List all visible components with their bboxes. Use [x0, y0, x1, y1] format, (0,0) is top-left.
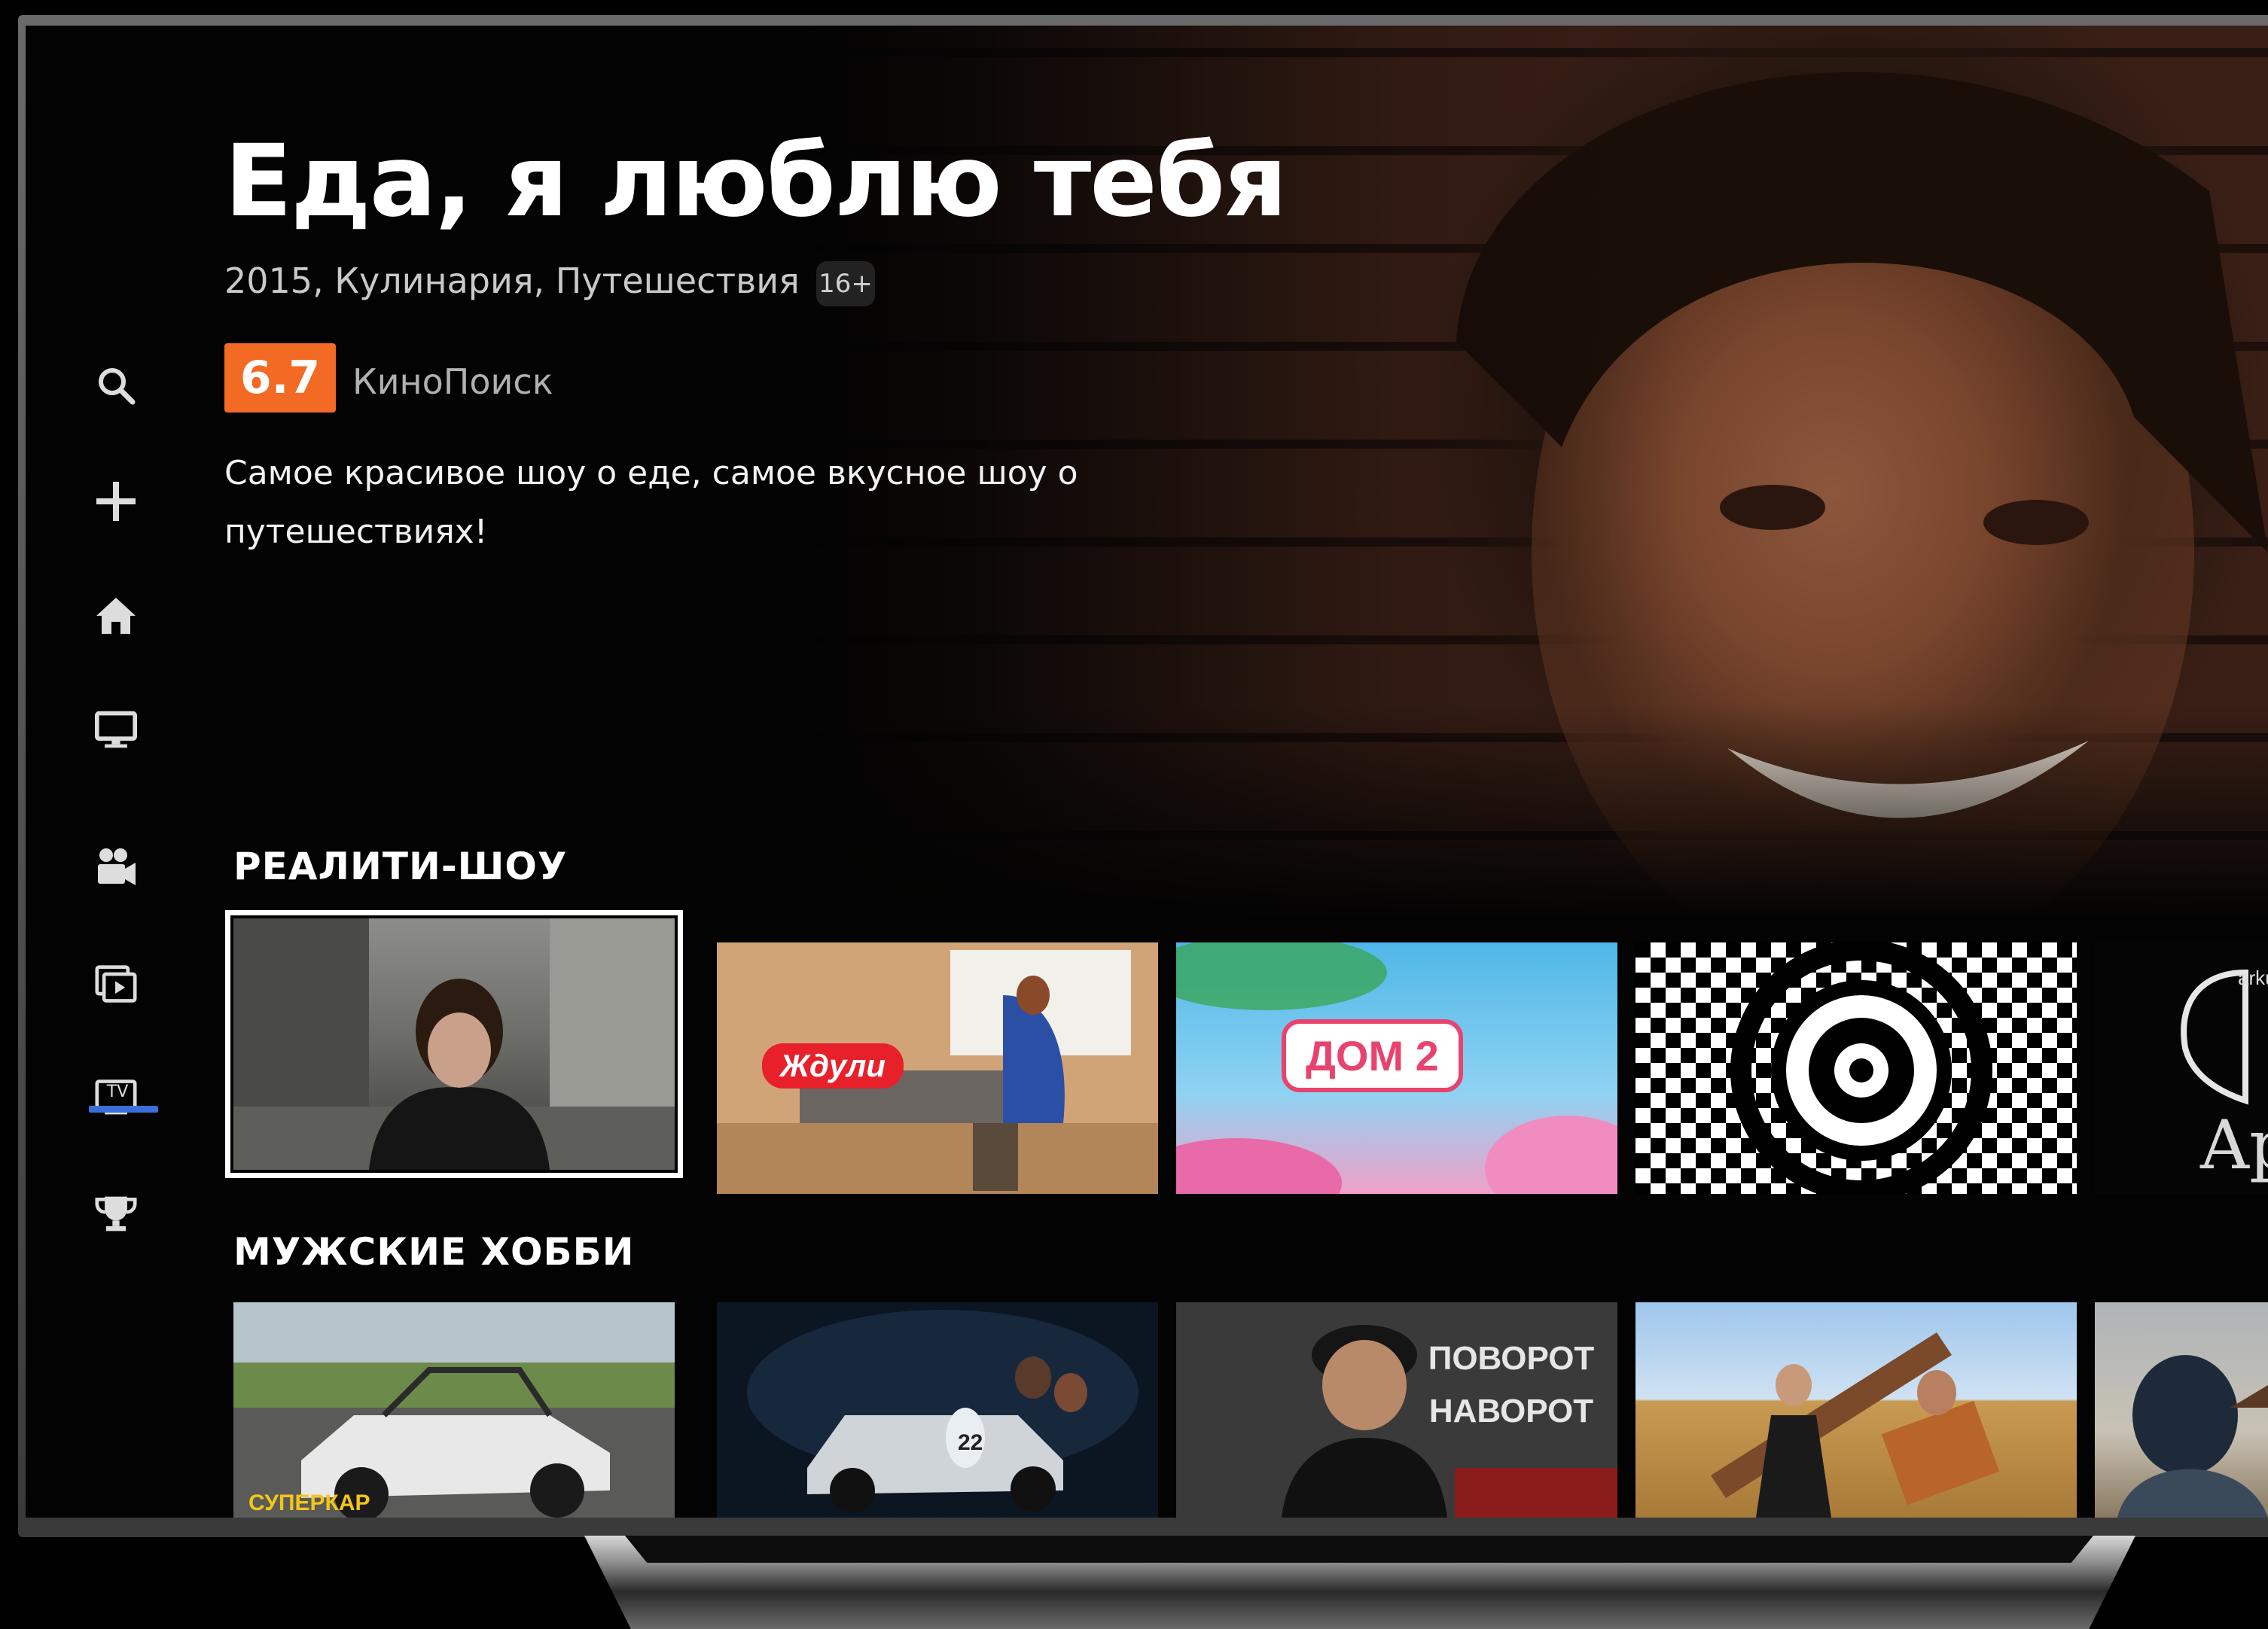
- sidebar-nav: TV: [26, 26, 158, 1518]
- tile-hobby-1[interactable]: СУПЕРКАР: [233, 1302, 675, 1518]
- row-title-mens-hobbies: МУЖСКИЕ ХОББИ: [233, 1230, 635, 1274]
- tile-label: СУПЕРКАР: [248, 1490, 370, 1515]
- hero-title: Еда, я люблю тебя: [224, 123, 1288, 239]
- hero-meta: 2015, Кулинария, Путешествия: [224, 260, 800, 301]
- tv-stand-base: [625, 1536, 2093, 1563]
- nav-active-indicator: [89, 1106, 158, 1113]
- series-icon[interactable]: [95, 964, 137, 1006]
- rating-badge: 6.7: [224, 343, 336, 413]
- tile-hobby-5[interactable]: [2095, 1302, 2268, 1518]
- svg-text:22: 22: [958, 1430, 983, 1455]
- trophy-icon[interactable]: [95, 1192, 137, 1235]
- tile-label: Ждули: [762, 1043, 904, 1089]
- tile-thumbnail: [233, 1302, 675, 1518]
- age-rating-badge: 16+: [816, 261, 875, 306]
- tile-reality-1[interactable]: [225, 910, 683, 1178]
- svg-text:Ap: Ap: [2199, 1106, 2268, 1185]
- tile-label: ПОВОРОТ НАВОРОТ: [1428, 1340, 1595, 1430]
- tile-label: arkud: [2238, 967, 2268, 989]
- search-icon[interactable]: [95, 364, 137, 406]
- tile-label: ДОМ 2: [1282, 1019, 1463, 1092]
- tile-hobby-3[interactable]: ПОВОРОТ НАВОРОТ: [1176, 1302, 1617, 1518]
- tile-thumbnail: [233, 918, 675, 1170]
- tv-screen: TV Еда, я люблю тебя 2015, Кулинария, Пу…: [26, 26, 2268, 1518]
- tile-hobby-2[interactable]: 22: [717, 1302, 1158, 1518]
- plus-icon[interactable]: [95, 480, 137, 522]
- tile-reality-4[interactable]: [1635, 942, 2077, 1194]
- tile-thumbnail: [1635, 942, 2077, 1194]
- row-title-reality: РЕАЛИТИ-ШОУ: [233, 845, 568, 888]
- rating-source: КиноПоиск: [352, 361, 553, 402]
- tile-thumbnail: [2117, 1355, 2268, 1518]
- tile-reality-3[interactable]: ДОМ 2: [1176, 942, 1617, 1194]
- tile-thumbnail: 22: [747, 1310, 1139, 1513]
- movie-camera-icon[interactable]: [95, 846, 137, 888]
- hero-gradient-bottom: [26, 703, 2268, 944]
- home-icon[interactable]: [95, 595, 137, 637]
- tile-reality-2[interactable]: Ждули: [717, 942, 1158, 1194]
- hero-description: Самое красивое шоу о еде, самое вкусное …: [224, 454, 1078, 551]
- tile-hobby-4[interactable]: [1635, 1302, 2077, 1518]
- tv-icon-label: TV: [106, 1082, 129, 1101]
- tile-thumbnail: [1711, 1332, 2000, 1518]
- monitor-icon[interactable]: [95, 709, 137, 751]
- tile-reality-5[interactable]: Ap arkud: [2095, 942, 2268, 1194]
